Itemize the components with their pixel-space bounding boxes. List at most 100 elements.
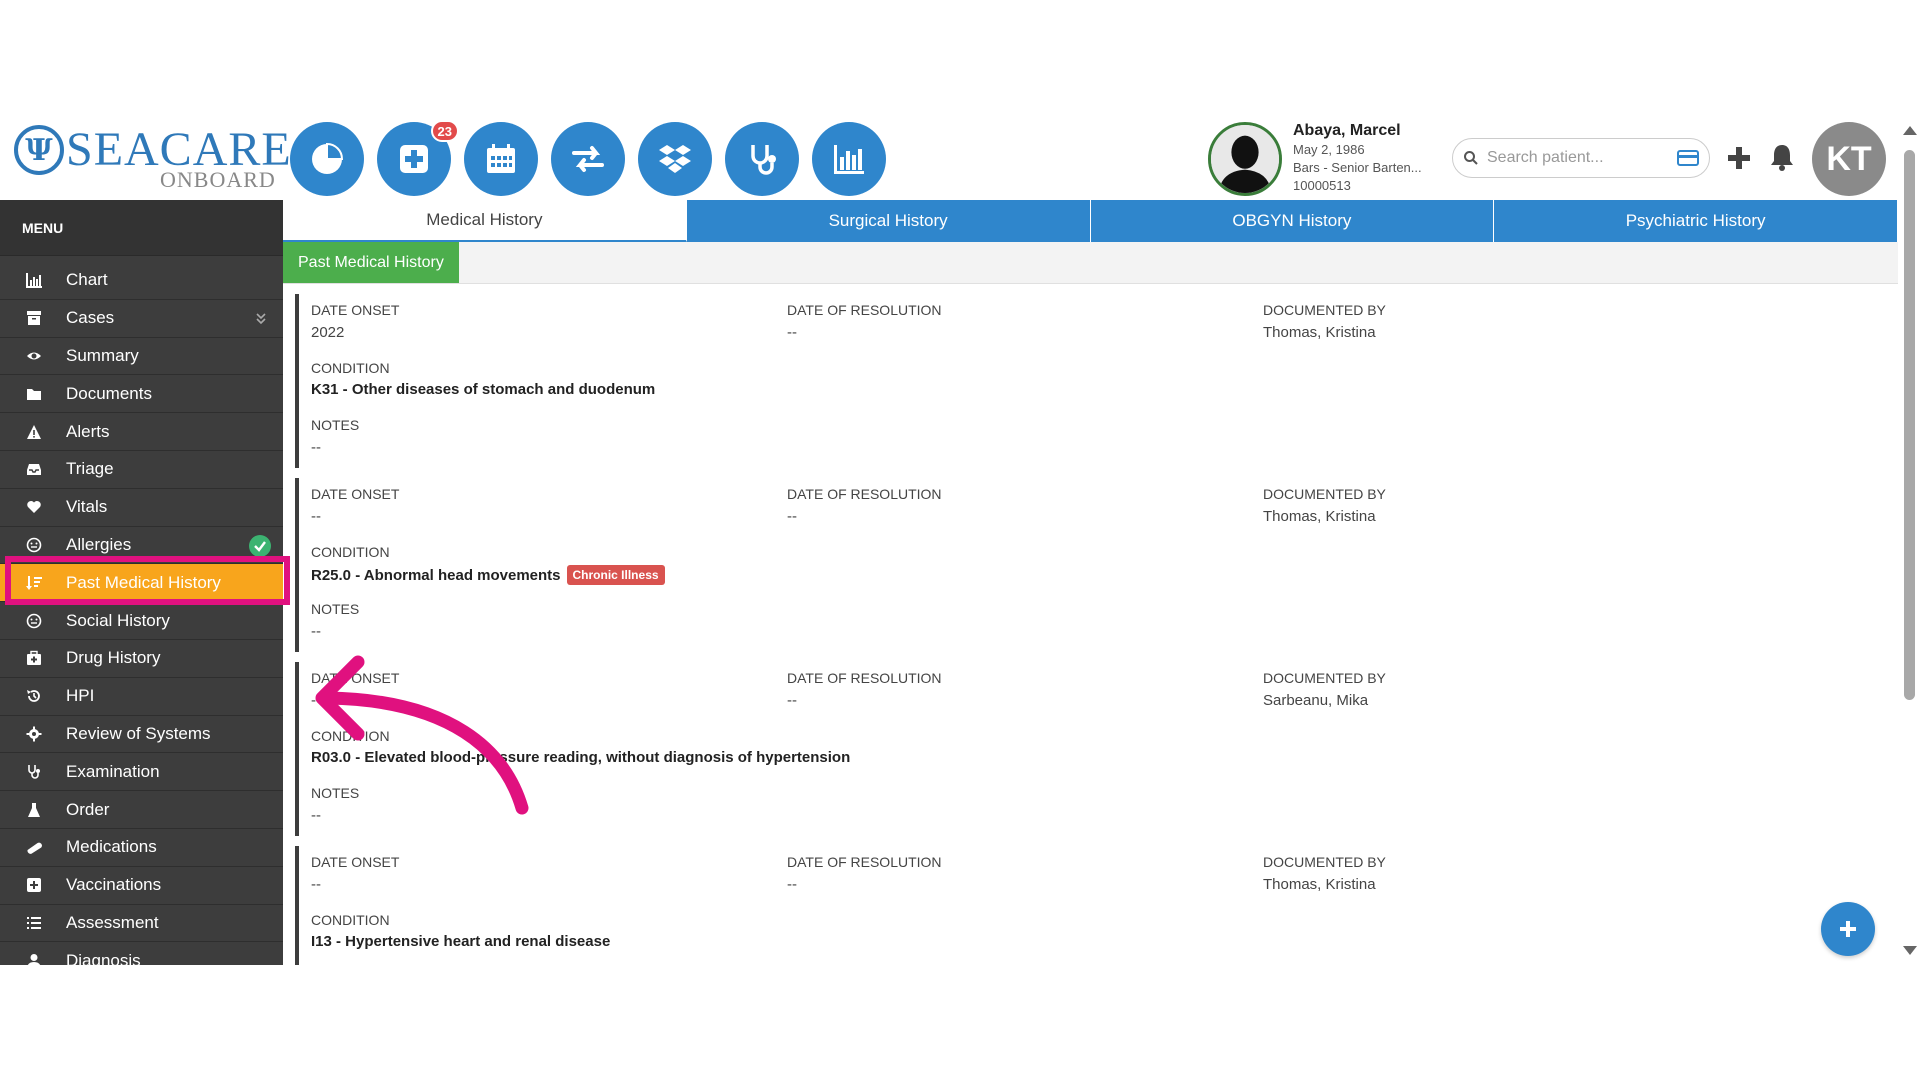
sidebar-item-chart[interactable]: Chart	[0, 262, 283, 300]
sidebar-item-alerts[interactable]: Alerts	[0, 413, 283, 451]
patient-id: 10000513	[1293, 178, 1351, 193]
sidebar-item-diagnosis[interactable]: Diagnosis	[0, 942, 283, 965]
date-onset-value: 2022	[311, 324, 345, 341]
notes-label: NOTES	[311, 601, 360, 617]
sidebar-item-label: Triage	[66, 459, 114, 479]
stethoscope-icon	[24, 763, 44, 781]
date-onset-label: DATE ONSET	[311, 670, 400, 686]
date-resolution-label: DATE OF RESOLUTION	[787, 302, 942, 318]
calendar-button[interactable]	[464, 122, 538, 196]
sidebar-item-drug-history[interactable]: Drug History	[0, 640, 283, 678]
main-content: Medical History Surgical History OBGYN H…	[283, 200, 1898, 965]
sidebar-item-summary[interactable]: Summary	[0, 338, 283, 376]
date-resolution-value: --	[787, 324, 797, 341]
history-icon	[24, 687, 44, 705]
sidebar-item-examination[interactable]: Examination	[0, 753, 283, 792]
dropbox-button[interactable]	[638, 122, 712, 196]
new-encounter-button[interactable]: 23	[377, 120, 459, 196]
scroll-down-arrow-icon[interactable]	[1903, 946, 1917, 955]
dropbox-icon	[659, 145, 691, 173]
sidebar-item-label: Examination	[66, 761, 160, 781]
pie-chart-icon	[312, 142, 344, 174]
chevron-double-down-icon[interactable]	[255, 312, 267, 326]
sidebar-item-cases[interactable]: Cases	[0, 300, 283, 338]
sidebar-item-assessment[interactable]: Assessment	[0, 905, 283, 943]
bar-chart-icon	[834, 145, 864, 174]
sidebar-item-vaccinations[interactable]: Vaccinations	[0, 867, 283, 905]
history-record[interactable]: DATE ONSET 2022 DATE OF RESOLUTION -- DO…	[295, 294, 1885, 468]
sidebar-item-hpi[interactable]: HPI	[0, 678, 283, 716]
archive-icon	[24, 309, 44, 327]
sidebar-item-label: HPI	[66, 686, 95, 706]
sidebar-item-order[interactable]: Order	[0, 791, 283, 829]
sidebar-item-label: Allergies	[66, 534, 132, 554]
examination-button[interactable]	[725, 122, 799, 196]
history-record[interactable]: DATE ONSET -- DATE OF RESOLUTION -- DOCU…	[295, 846, 1885, 965]
sidebar-item-social-history[interactable]: Social History	[0, 602, 283, 640]
inbox-icon	[24, 460, 44, 478]
date-onset-label: DATE ONSET	[311, 486, 400, 502]
trident-logo-icon: Ψ	[14, 125, 64, 175]
dashboard-button[interactable]	[290, 122, 364, 196]
medkit-icon	[24, 649, 44, 667]
sidebar-item-documents[interactable]: Documents	[0, 375, 283, 414]
list-icon	[24, 914, 44, 932]
condition-label: CONDITION	[311, 544, 390, 560]
sidebar-item-label: Drug History	[66, 648, 161, 668]
notes-value: --	[311, 439, 321, 456]
tab-obgyn-history[interactable]: OBGYN History	[1090, 200, 1495, 242]
scrollbar[interactable]	[1899, 120, 1920, 965]
date-resolution-label: DATE OF RESOLUTION	[787, 670, 942, 686]
sidebar-item-medications[interactable]: Medications	[0, 829, 283, 867]
seacare-logo[interactable]: Ψ SEACARE ONBOARD	[14, 125, 291, 192]
tab-medical-history[interactable]: Medical History	[283, 200, 687, 242]
sidebar-item-vitals[interactable]: Vitals	[0, 489, 283, 527]
date-resolution-value: --	[787, 508, 797, 525]
sidebar-item-label: Vaccinations	[66, 875, 162, 895]
patient-name: Abaya, Marcel	[1293, 122, 1401, 139]
bar-chart-icon	[24, 271, 44, 289]
sidebar-item-label: Alerts	[66, 421, 110, 441]
history-record[interactable]: DATE ONSET -- DATE OF RESOLUTION -- DOCU…	[295, 478, 1885, 652]
pill-icon	[24, 838, 44, 856]
sidebar-item-label: Diagnosis	[66, 950, 141, 965]
sidebar: MENU Chart Cases Summary Documents Alert…	[0, 200, 283, 965]
add-icon[interactable]	[1725, 144, 1753, 172]
person-silhouette-icon	[1211, 125, 1279, 193]
search-input[interactable]	[1487, 149, 1677, 167]
sidebar-item-triage[interactable]: Triage	[0, 451, 283, 489]
stethoscope-icon	[751, 145, 776, 175]
sidebar-item-past-medical-history[interactable]: Past Medical History	[0, 564, 283, 603]
bell-icon[interactable]	[1768, 142, 1796, 172]
history-records: DATE ONSET 2022 DATE OF RESOLUTION -- DO…	[295, 294, 1885, 965]
scroll-up-arrow-icon[interactable]	[1903, 126, 1917, 135]
reports-button[interactable]	[812, 122, 886, 196]
face-icon	[24, 536, 44, 554]
subtab-past-medical-history[interactable]: Past Medical History	[283, 242, 459, 283]
flask-icon	[24, 801, 44, 819]
notes-label: NOTES	[311, 785, 360, 801]
notes-label: NOTES	[311, 417, 360, 433]
transfer-button[interactable]	[551, 122, 625, 196]
history-record[interactable]: DATE ONSET -- DATE OF RESOLUTION -- DOCU…	[295, 662, 1885, 836]
plus-square-icon	[24, 876, 44, 894]
condition-value: R25.0 - Abnormal head movements	[311, 567, 561, 584]
notes-value: --	[311, 807, 321, 824]
medical-cross-icon	[400, 145, 428, 173]
patient-avatar	[1208, 122, 1282, 196]
tab-surgical-history[interactable]: Surgical History	[686, 200, 1091, 242]
documented-by-value: Thomas, Kristina	[1263, 876, 1376, 893]
scroll-thumb[interactable]	[1904, 150, 1915, 700]
chronic-illness-badge: Chronic Illness	[566, 565, 665, 585]
user-avatar[interactable]: KT	[1812, 122, 1886, 196]
date-resolution-value: --	[787, 692, 797, 709]
patient-card[interactable]: Abaya, Marcel May 2, 1986 Bars - Senior …	[1208, 122, 1448, 198]
search-icon	[1464, 151, 1478, 165]
sidebar-item-label: Summary	[66, 345, 139, 365]
sidebar-item-allergies[interactable]: Allergies	[0, 527, 283, 565]
add-record-button[interactable]	[1821, 902, 1875, 956]
tab-psychiatric-history[interactable]: Psychiatric History	[1494, 200, 1898, 242]
id-card-icon[interactable]	[1677, 150, 1699, 166]
sidebar-item-review-of-systems[interactable]: Review of Systems	[0, 716, 283, 754]
face-icon	[24, 612, 44, 630]
